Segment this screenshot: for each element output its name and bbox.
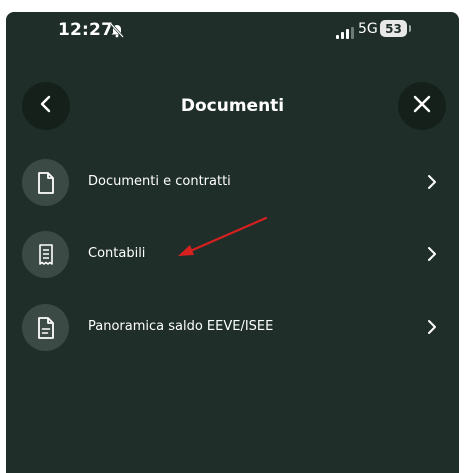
document-lines-icon bbox=[22, 304, 69, 351]
battery-tip bbox=[409, 25, 411, 32]
signal-icon bbox=[336, 24, 354, 43]
close-button[interactable] bbox=[398, 82, 446, 130]
close-icon bbox=[412, 94, 432, 118]
menu-item-label: Documenti e contratti bbox=[88, 174, 231, 189]
menu-item-contabili[interactable]: Contabili bbox=[6, 227, 459, 283]
menu-item-documenti-e-contratti[interactable]: Documenti e contratti bbox=[6, 155, 459, 211]
chevron-right-icon bbox=[427, 246, 437, 266]
status-time: 12:27 bbox=[58, 20, 114, 40]
document-icon bbox=[22, 159, 69, 206]
chevron-right-icon bbox=[427, 174, 437, 194]
app-screen: 12:27 5G 53 Documenti Documenti e contra… bbox=[6, 12, 459, 473]
status-bar: 12:27 5G 53 bbox=[6, 12, 459, 56]
battery-icon: 53 bbox=[380, 20, 407, 37]
menu-item-label: Contabili bbox=[88, 246, 146, 261]
chevron-right-icon bbox=[427, 319, 437, 339]
network-type: 5G bbox=[358, 21, 378, 37]
menu-item-label: Panoramica saldo EEVE/ISEE bbox=[88, 319, 274, 334]
bell-slash-icon bbox=[110, 23, 124, 42]
receipt-icon bbox=[22, 231, 69, 278]
page-title: Documenti bbox=[180, 96, 285, 116]
menu-item-panoramica-saldo[interactable]: Panoramica saldo EEVE/ISEE bbox=[6, 300, 459, 356]
